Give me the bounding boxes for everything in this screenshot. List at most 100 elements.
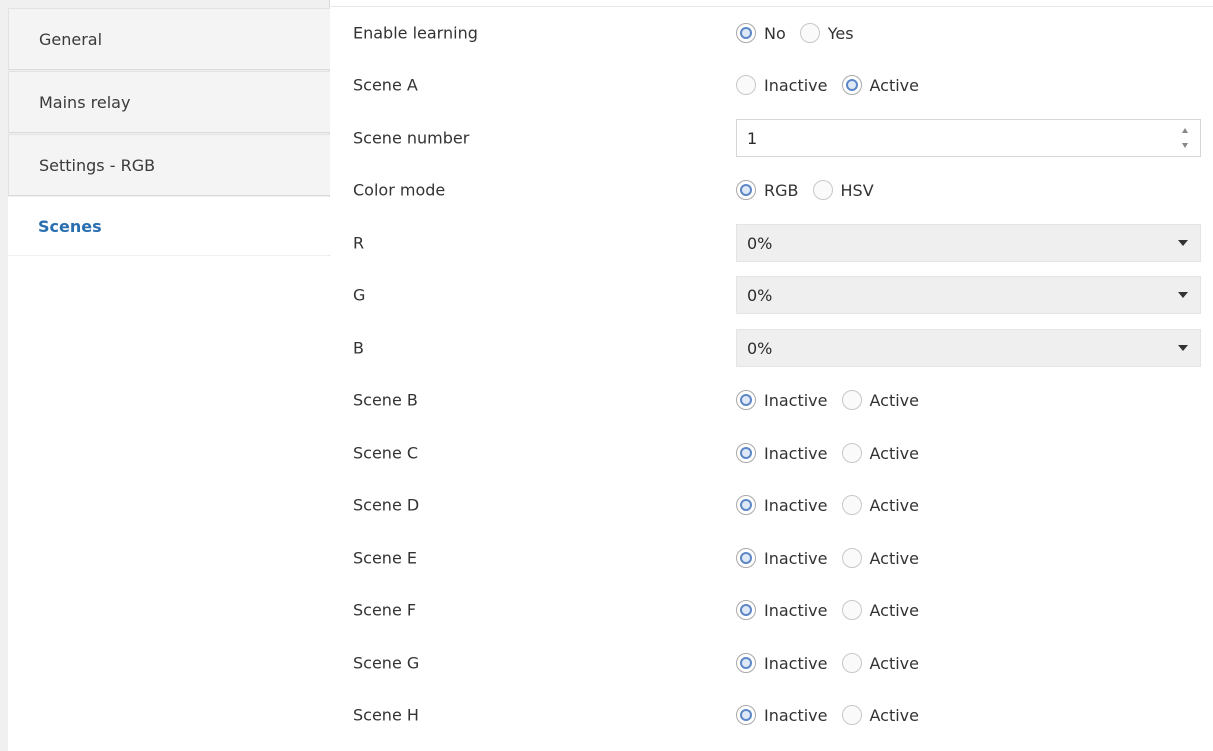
row-label: R bbox=[353, 233, 365, 253]
scene-h-option-inactive[interactable]: Inactive bbox=[736, 705, 828, 725]
radio-label: No bbox=[764, 23, 786, 43]
sidebar-item-label: General bbox=[39, 29, 103, 49]
scene-b-option-inactive[interactable]: Inactive bbox=[736, 390, 828, 410]
radio-label: Active bbox=[869, 390, 920, 410]
radio-label: Active bbox=[869, 443, 920, 463]
b-select[interactable]: 0% bbox=[736, 329, 1201, 367]
radio-label: Inactive bbox=[764, 495, 828, 515]
row-g: G 0% bbox=[331, 269, 1213, 321]
row-scene-f: Scene F Inactive Active bbox=[331, 584, 1213, 636]
scene-f-option-active[interactable]: Active bbox=[841, 600, 920, 620]
app-window: General Mains relay Settings - RGB Scene… bbox=[0, 0, 1213, 751]
scene-c-radio-group: Inactive Active bbox=[736, 443, 933, 463]
radio-label: Inactive bbox=[764, 390, 828, 410]
row-scene-e: Scene E Inactive Active bbox=[331, 532, 1213, 584]
radio-unchecked-icon bbox=[841, 443, 862, 463]
scene-c-option-active[interactable]: Active bbox=[841, 443, 920, 463]
row-label: G bbox=[353, 285, 366, 305]
radio-unchecked-icon bbox=[841, 653, 862, 673]
radio-unchecked-icon bbox=[812, 180, 833, 200]
radio-label: Active bbox=[869, 495, 920, 515]
radio-label: Active bbox=[869, 600, 920, 620]
row-label: Scene H bbox=[353, 705, 419, 725]
radio-checked-icon bbox=[736, 180, 756, 200]
radio-label: Active bbox=[869, 75, 920, 95]
chevron-down-icon bbox=[1178, 345, 1188, 351]
g-select[interactable]: 0% bbox=[736, 276, 1201, 314]
row-label: Color mode bbox=[353, 180, 446, 200]
scene-c-option-inactive[interactable]: Inactive bbox=[736, 443, 828, 463]
scene-e-option-inactive[interactable]: Inactive bbox=[736, 548, 828, 568]
scene-h-option-active[interactable]: Active bbox=[841, 705, 919, 725]
radio-unchecked-icon bbox=[841, 600, 862, 620]
scene-g-radio-group: Inactive Active bbox=[736, 653, 933, 673]
color-mode-option-rgb[interactable]: RGB bbox=[736, 180, 799, 200]
scene-g-option-inactive[interactable]: Inactive bbox=[736, 653, 828, 673]
radio-label: Inactive bbox=[764, 600, 828, 620]
chevron-up-icon[interactable] bbox=[1182, 128, 1188, 133]
r-select[interactable]: 0% bbox=[736, 224, 1201, 262]
radio-label: Inactive bbox=[764, 705, 828, 725]
scene-a-option-active[interactable]: Active bbox=[841, 75, 920, 95]
scene-e-option-active[interactable]: Active bbox=[841, 548, 919, 568]
sidebar-empty-area bbox=[8, 256, 330, 751]
sidebar-item-general[interactable]: General bbox=[8, 8, 330, 70]
row-scene-h: Scene H Inactive Active bbox=[331, 689, 1213, 741]
row-scene-a: Scene A Inactive Active bbox=[331, 59, 1213, 111]
row-label: Scene G bbox=[353, 653, 420, 673]
row-scene-number: Scene number 1 bbox=[331, 112, 1213, 164]
scene-e-radio-group: Inactive Active bbox=[736, 548, 933, 568]
scene-a-option-inactive[interactable]: Inactive bbox=[736, 75, 828, 95]
scene-d-radio-group: Inactive Active bbox=[736, 495, 933, 515]
scene-h-radio-group: Inactive Active bbox=[736, 705, 933, 725]
radio-label: Yes bbox=[827, 23, 854, 43]
row-label: Scene number bbox=[353, 128, 470, 148]
color-mode-option-hsv[interactable]: HSV bbox=[812, 180, 874, 200]
row-label: Enable learning bbox=[353, 23, 478, 43]
chevron-down-icon bbox=[1178, 292, 1188, 298]
radio-label: RGB bbox=[764, 180, 799, 200]
sidebar-item-label: Settings - RGB bbox=[39, 155, 156, 175]
scene-number-value: 1 bbox=[747, 128, 758, 148]
b-selected-value: 0% bbox=[747, 338, 773, 358]
sidebar-item-settings-rgb[interactable]: Settings - RGB bbox=[8, 134, 330, 196]
scene-b-option-active[interactable]: Active bbox=[841, 390, 920, 410]
row-scene-b: Scene B Inactive Active bbox=[331, 374, 1213, 426]
radio-checked-icon bbox=[736, 600, 756, 620]
row-b: B 0% bbox=[331, 322, 1213, 374]
radio-unchecked-icon bbox=[841, 705, 862, 725]
enable-learning-option-yes[interactable]: Yes bbox=[799, 23, 854, 43]
radio-label: HSV bbox=[840, 180, 874, 200]
enable-learning-option-no[interactable]: No bbox=[736, 23, 786, 43]
radio-checked-icon bbox=[841, 75, 862, 95]
radio-checked-icon bbox=[736, 495, 756, 515]
scene-d-option-active[interactable]: Active bbox=[841, 495, 920, 515]
row-color-mode: Color mode RGB HSV bbox=[331, 164, 1213, 216]
sidebar-item-label: Scenes bbox=[38, 216, 102, 236]
radio-checked-icon bbox=[736, 443, 756, 463]
radio-unchecked-icon bbox=[736, 75, 756, 95]
scene-number-stepper[interactable]: 1 bbox=[736, 119, 1201, 157]
settings-panel: Enable learning No Yes Scene A Inactive bbox=[331, 0, 1213, 751]
row-label: Scene B bbox=[353, 390, 418, 410]
radio-unchecked-icon bbox=[841, 495, 862, 515]
chevron-down-icon[interactable] bbox=[1182, 143, 1188, 148]
row-label: Scene C bbox=[353, 443, 419, 463]
scene-f-radio-group: Inactive Active bbox=[736, 600, 933, 620]
sidebar-item-mains-relay[interactable]: Mains relay bbox=[8, 71, 330, 133]
row-label: Scene E bbox=[353, 548, 417, 568]
sidebar-item-label: Mains relay bbox=[39, 92, 131, 112]
row-scene-c: Scene C Inactive Active bbox=[331, 427, 1213, 479]
scene-d-option-inactive[interactable]: Inactive bbox=[736, 495, 828, 515]
g-selected-value: 0% bbox=[747, 285, 773, 305]
chevron-down-icon bbox=[1178, 240, 1188, 246]
sidebar: General Mains relay Settings - RGB Scene… bbox=[0, 0, 331, 751]
scene-f-option-inactive[interactable]: Inactive bbox=[736, 600, 828, 620]
scene-g-option-active[interactable]: Active bbox=[841, 653, 920, 673]
color-mode-radio-group: RGB HSV bbox=[736, 180, 888, 200]
row-label: Scene F bbox=[353, 600, 417, 620]
sidebar-item-scenes[interactable]: Scenes bbox=[8, 197, 331, 255]
radio-unchecked-icon bbox=[841, 548, 862, 568]
radio-label: Active bbox=[869, 653, 920, 673]
radio-checked-icon bbox=[736, 548, 756, 568]
